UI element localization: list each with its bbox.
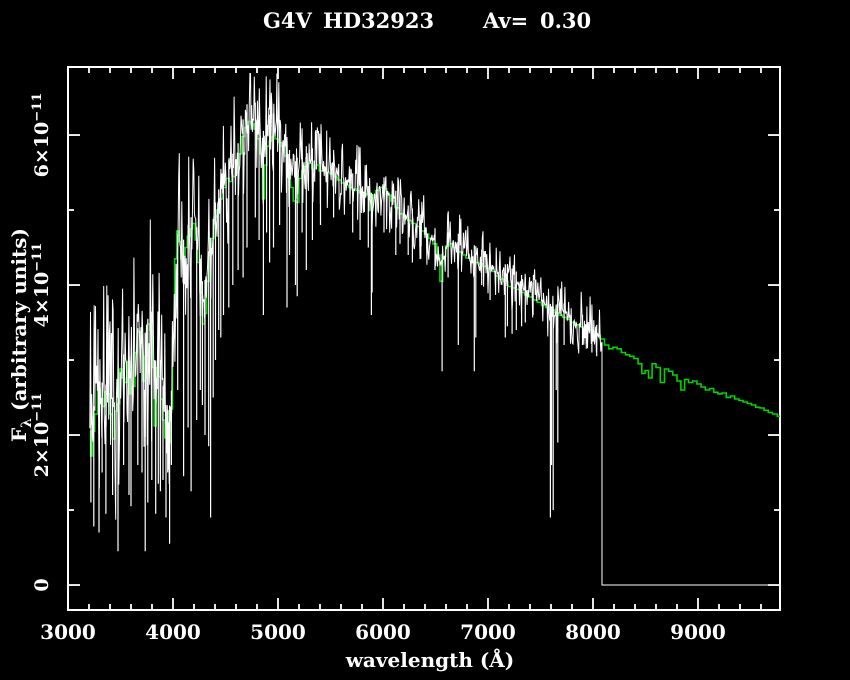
plot-title-star-id: HD32923	[323, 8, 434, 33]
y-tick-label: 0	[31, 578, 53, 591]
x-tick-label: 8000	[565, 620, 621, 644]
x-tick-label: 3000	[40, 620, 96, 644]
x-tick-label: 5000	[250, 620, 306, 644]
y-tick-exponent: −11	[30, 393, 45, 422]
y-axis-label-main: F	[7, 428, 31, 442]
x-tick-label: 4000	[145, 620, 201, 644]
x-tick-label: 9000	[670, 620, 726, 644]
x-tick-label: 6000	[355, 620, 411, 644]
plot-title-av-label: Av=	[482, 8, 528, 33]
y-tick-exponent: −11	[30, 243, 45, 272]
plot-title-spectral-type: G4V	[263, 8, 313, 33]
x-tick-label: 7000	[460, 620, 516, 644]
y-tick-mantissa: 4×10	[31, 272, 53, 328]
chart-background	[0, 0, 850, 680]
y-axis-label: Fλ (arbitrary units)	[7, 228, 35, 442]
y-tick-mantissa: 2×10	[31, 422, 53, 478]
x-axis-label: wavelength (Å)	[345, 648, 515, 672]
y-axis-label-units: (arbitrary units)	[7, 228, 31, 418]
y-tick-exponent: −11	[30, 93, 45, 122]
plot-title-av-value: 0.30	[540, 8, 591, 33]
y-axis-label-subscript: λ	[19, 418, 35, 428]
spectrum-chart: 300040005000600070008000900002×10−114×10…	[0, 0, 850, 680]
y-tick-mantissa: 6×10	[31, 122, 53, 178]
